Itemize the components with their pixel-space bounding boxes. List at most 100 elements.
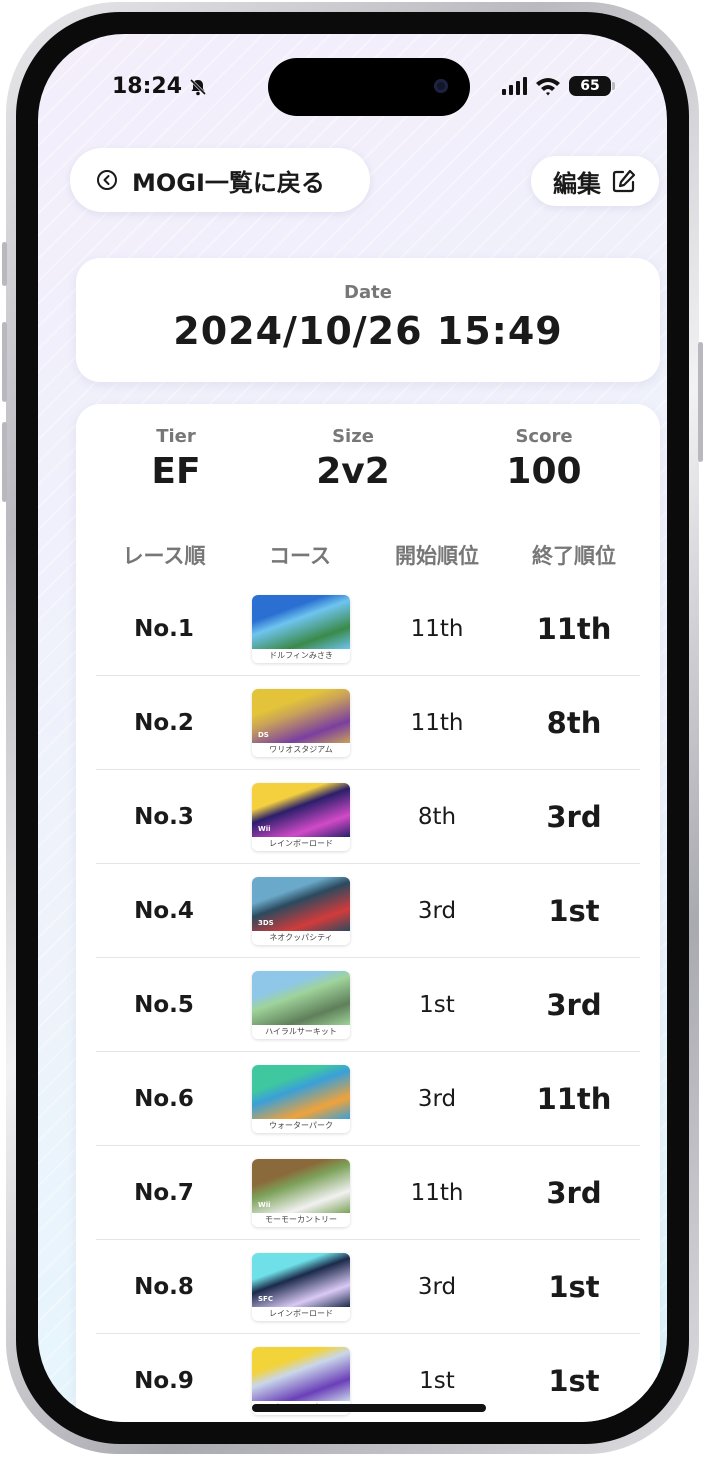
- status-bar-time: 18:24: [112, 74, 208, 99]
- tier-value: EF: [151, 451, 201, 492]
- course-name: ネオクッパシティ: [252, 930, 350, 945]
- course-platform-tag: DS: [258, 730, 269, 739]
- table-row[interactable]: No.1 ドルフィンみさき 11th 11th: [96, 582, 640, 676]
- table-row[interactable]: No.8 SFC レインボーロード 3rd 1st: [96, 1240, 640, 1334]
- course-platform-tag: Wii: [258, 824, 271, 833]
- start-position: 3rd: [417, 1273, 457, 1300]
- course-cell: ドルフィンみさき: [252, 582, 350, 675]
- results-table: No.1 ドルフィンみさき 11th 11th No.2 DS ワリオスタジアム 11th 8t…: [96, 582, 640, 1422]
- race-number: No.2: [134, 709, 194, 736]
- end-position: 3rd: [546, 1175, 602, 1210]
- table-row[interactable]: No.2 DS ワリオスタジアム 11th 8th: [96, 676, 640, 770]
- tier-label: Tier: [156, 426, 196, 447]
- end-position: 1st: [548, 893, 600, 928]
- course-name: レインボーロード: [252, 1306, 350, 1321]
- course-name: ワリオスタジアム: [252, 742, 350, 757]
- end-position: 1st: [548, 1269, 600, 1304]
- power-button: [698, 342, 703, 462]
- course-image: [252, 1064, 350, 1119]
- race-number: No.5: [134, 991, 194, 1018]
- edit-button-label: 編集: [553, 169, 601, 198]
- column-header-course: コース: [269, 544, 331, 568]
- table-row[interactable]: No.3 Wii レインボーロード 8th 3rd: [96, 770, 640, 864]
- end-position: 3rd: [546, 799, 602, 834]
- back-to-mogi-list-button[interactable]: MOGI一覧に戻る: [70, 148, 370, 212]
- course-name: ウォーターパーク: [252, 1118, 350, 1133]
- course-image: [252, 970, 350, 1025]
- course-thumbnail: ドルフィンみさき: [252, 594, 350, 663]
- course-cell: DS ワリオスタジアム: [252, 676, 350, 769]
- column-header-race-order: レース順: [122, 544, 206, 568]
- course-platform-tag: Wii: [258, 1200, 271, 1209]
- dynamic-island: [268, 58, 470, 116]
- volume-up-button: [2, 322, 7, 402]
- table-header: レース順 コース 開始順位 終了順位: [76, 540, 660, 570]
- start-position: 11th: [410, 615, 464, 642]
- race-number: No.7: [134, 1179, 194, 1206]
- course-thumbnail: ハイラルサーキット: [252, 970, 350, 1039]
- battery-indicator: 65: [569, 76, 615, 96]
- course-thumbnail: Wii モーモーカントリー: [252, 1158, 350, 1227]
- edit-button[interactable]: 編集: [531, 156, 659, 206]
- race-number: No.8: [134, 1273, 194, 1300]
- clock-text: 18:24: [112, 74, 183, 99]
- start-position: 3rd: [417, 1085, 457, 1112]
- phone-frame: 18:24 65 MOGI一覧に戻る 編集 Date 2024/10/26 15…: [2, 2, 703, 1454]
- end-position: 3rd: [546, 987, 602, 1022]
- date-label: Date: [344, 282, 392, 303]
- race-number: No.6: [134, 1085, 194, 1112]
- size-label: Size: [332, 426, 374, 447]
- back-button-label: MOGI一覧に戻る: [132, 168, 325, 197]
- course-name: ハイラルサーキット: [252, 1024, 350, 1039]
- race-number: No.3: [134, 803, 194, 830]
- course-platform-tag: 3DS: [258, 918, 274, 927]
- end-position: 8th: [546, 705, 602, 740]
- action-button: [2, 242, 7, 286]
- course-cell: SFC レインボーロード: [252, 1240, 350, 1333]
- course-thumbnail: 3DS ネオクッパシティ: [252, 876, 350, 945]
- cellular-signal-icon: [502, 77, 527, 95]
- course-image: [252, 594, 350, 649]
- start-position: 11th: [410, 709, 464, 736]
- course-name: モーモーカントリー: [252, 1212, 350, 1227]
- course-cell: 3DS ネオクッパシティ: [252, 864, 350, 957]
- screen: 18:24 65 MOGI一覧に戻る 編集 Date 2024/10/26 15…: [38, 34, 667, 1422]
- course-cell: ハイラルサーキット: [252, 958, 350, 1051]
- bell-slash-icon: [189, 78, 207, 95]
- score-stat: Score 100: [454, 426, 634, 492]
- course-name: ドルフィンみさき: [252, 648, 350, 663]
- course-thumbnail: ウォーターパーク: [252, 1064, 350, 1133]
- course-platform-tag: SFC: [258, 1294, 273, 1303]
- size-stat: Size 2v2: [263, 426, 443, 492]
- camera-icon: [434, 79, 448, 93]
- start-position: 3rd: [417, 897, 457, 924]
- course-image: [252, 1346, 350, 1401]
- race-number: No.4: [134, 897, 194, 924]
- date-value: 2024/10/26 15:49: [173, 309, 563, 353]
- course-cell: Wii レインボーロード: [252, 770, 350, 863]
- course-cell: ウォーターパーク: [252, 1052, 350, 1145]
- end-position: 1st: [548, 1363, 600, 1398]
- table-row[interactable]: No.4 3DS ネオクッパシティ 3rd 1st: [96, 864, 640, 958]
- end-position: 11th: [536, 611, 612, 646]
- start-position: 11th: [410, 1179, 464, 1206]
- table-row[interactable]: No.6 ウォーターパーク 3rd 11th: [96, 1052, 640, 1146]
- table-row[interactable]: No.5 ハイラルサーキット 1st 3rd: [96, 958, 640, 1052]
- start-position: 8th: [417, 803, 457, 830]
- home-indicator[interactable]: [252, 1404, 486, 1412]
- race-number: No.1: [134, 615, 194, 642]
- score-label: Score: [515, 426, 573, 447]
- phone-bezel: 18:24 65 MOGI一覧に戻る 編集 Date 2024/10/26 15…: [16, 12, 689, 1444]
- race-results-card: Tier EF Size 2v2 Score 100 レース順 コース 開始順位…: [76, 404, 660, 1422]
- course-thumbnail: Wii レインボーロード: [252, 782, 350, 851]
- course-cell: Wii モーモーカントリー: [252, 1146, 350, 1239]
- end-position: 11th: [536, 1081, 612, 1116]
- table-row[interactable]: No.7 Wii モーモーカントリー 11th 3rd: [96, 1146, 640, 1240]
- score-value: 100: [506, 451, 582, 492]
- stats-row: Tier EF Size 2v2 Score 100: [76, 426, 660, 506]
- wifi-icon: [536, 78, 560, 96]
- course-thumbnail: DS ワリオスタジアム: [252, 688, 350, 757]
- column-header-start-position: 開始順位: [395, 544, 479, 568]
- size-value: 2v2: [316, 451, 390, 492]
- date-card: Date 2024/10/26 15:49: [76, 258, 660, 382]
